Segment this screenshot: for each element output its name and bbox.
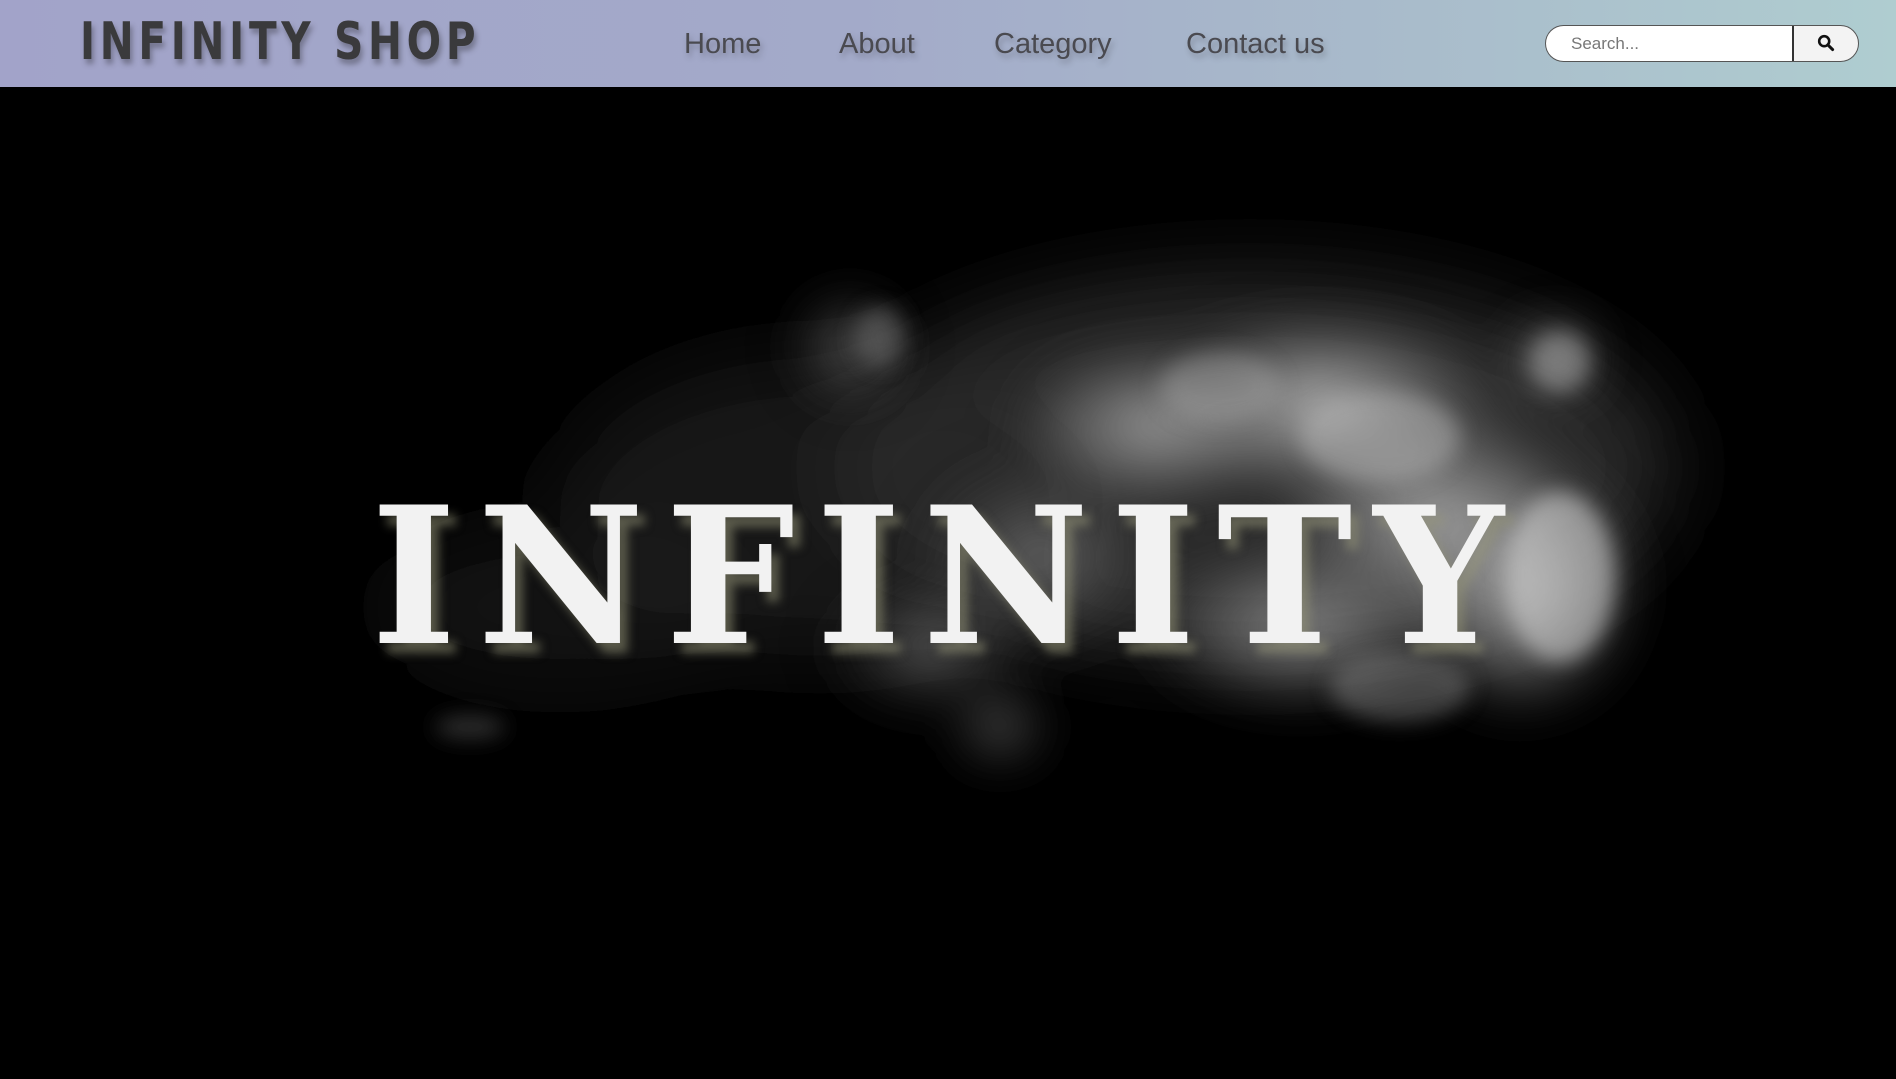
nav-link-home[interactable]: Home [684, 22, 761, 66]
nav-link-category[interactable]: Category [994, 22, 1112, 66]
top-navbar: INFINITY SHOP Home About Category Contac… [0, 0, 1896, 87]
search-icon [1817, 34, 1835, 52]
hero-title: INFINITY [371, 465, 1525, 688]
search-divider [1792, 26, 1794, 61]
nav-link-about[interactable]: About [839, 22, 915, 66]
brand-logo[interactable]: INFINITY SHOP [80, 6, 480, 78]
search-input[interactable] [1545, 25, 1793, 62]
page: INFINITY SHOP Home About Category Contac… [0, 0, 1896, 1079]
search-button[interactable] [1792, 25, 1859, 62]
hero-banner: INFINITY [0, 87, 1896, 1079]
nav-link-contact-us[interactable]: Contact us [1186, 22, 1325, 66]
search-form [1545, 25, 1859, 62]
